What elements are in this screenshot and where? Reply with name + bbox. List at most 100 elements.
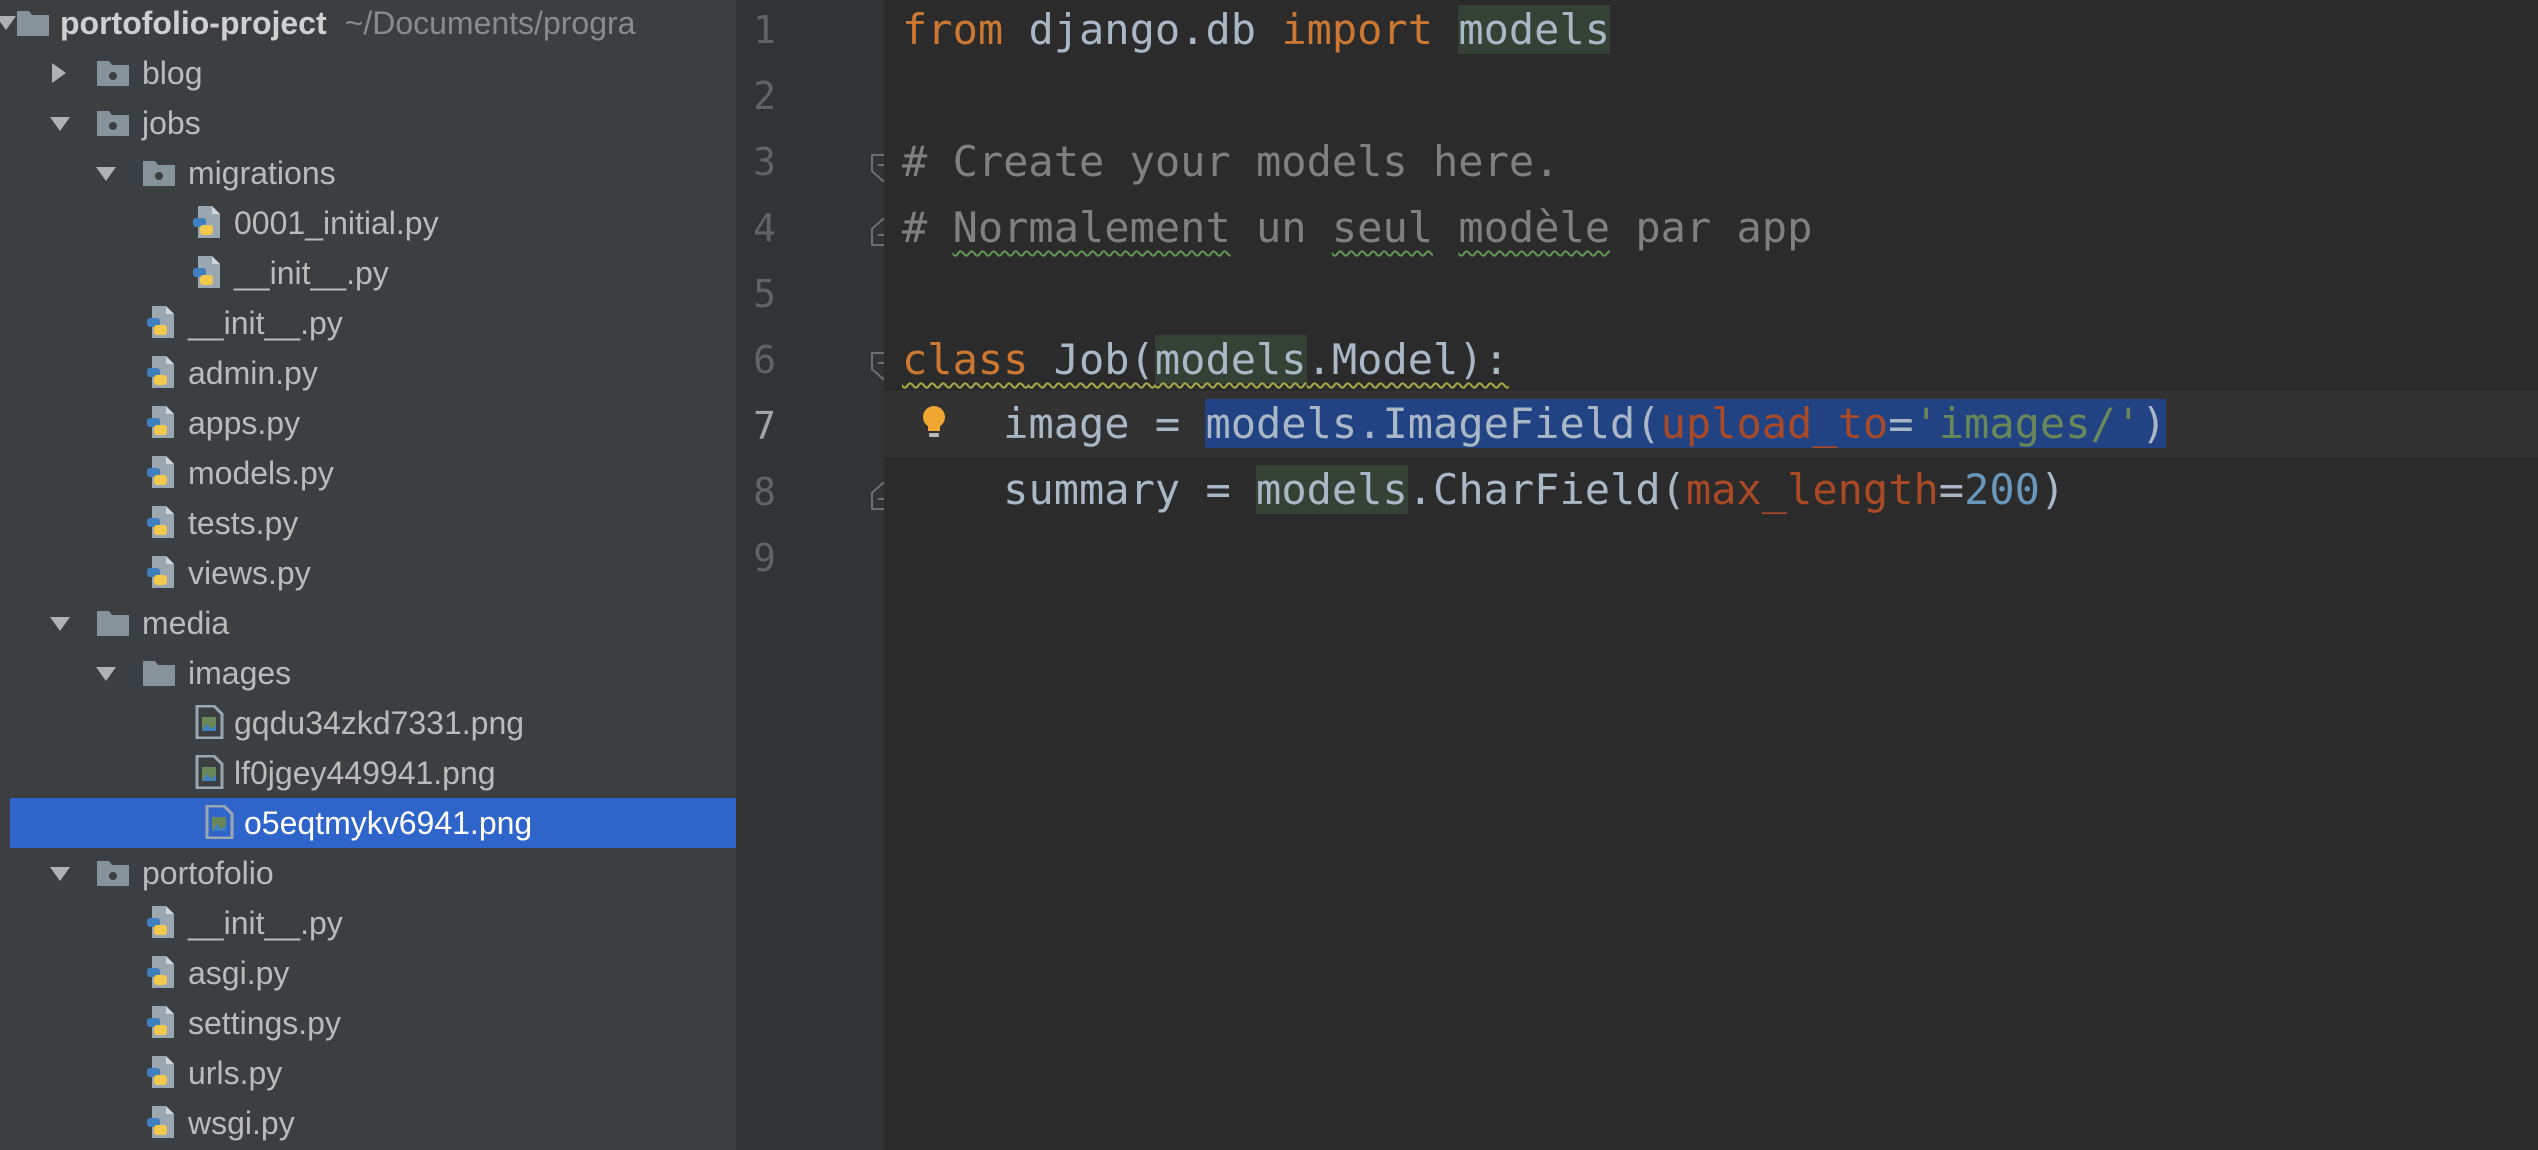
tree-file-item[interactable]: settings.py (0, 998, 736, 1048)
python-file-icon (192, 205, 226, 247)
tree-file-item[interactable]: tests.py (0, 498, 736, 548)
tree-file-item[interactable]: __init__.py (0, 898, 736, 948)
tree-item-label: apps.py (188, 405, 301, 441)
tree-item-label: o5eqtmykv6941.png (244, 805, 533, 841)
tree-item-label: admin.py (188, 355, 318, 391)
line-number: 3 (753, 140, 776, 184)
collapse-arrow-icon[interactable] (96, 167, 116, 181)
tree-item-label: urls.py (188, 1055, 283, 1091)
spelling-typo: modèle (1458, 203, 1611, 252)
tree-folder-item[interactable]: images (0, 648, 736, 698)
python-file-icon (146, 305, 180, 347)
tree-file-item[interactable]: o5eqtmykv6941.png (10, 798, 736, 848)
tree-item-label: __init__.py (188, 305, 343, 341)
collapse-arrow-icon[interactable] (50, 867, 70, 881)
project-name: portofolio-project ~/Documents/progra (60, 5, 636, 41)
line-number: 8 (753, 470, 776, 514)
tree-file-item[interactable]: admin.py (0, 348, 736, 398)
project-path: ~/Documents/progra (344, 5, 636, 41)
tree-item-label: asgi.py (188, 955, 290, 991)
imported-name: models (1458, 5, 1611, 54)
tree-item-label: media (142, 605, 230, 641)
image-file-icon (204, 804, 234, 847)
intention-bulb-icon[interactable] (920, 402, 948, 451)
module-name: django.db (1003, 5, 1282, 54)
code-line-4: # Normalement un seul modèle par app (902, 203, 1813, 252)
tree-file-item[interactable]: views.py (0, 548, 736, 598)
text-selection: models.ImageField(upload_to='images/') (1205, 399, 2167, 448)
collapse-arrow-icon[interactable] (0, 16, 16, 30)
tree-file-item[interactable]: __init__.py (0, 248, 736, 298)
tree-item-label: tests.py (188, 505, 299, 541)
tree-item-label: blog (142, 55, 203, 91)
folder-icon (96, 857, 130, 895)
image-file-icon (194, 704, 224, 747)
code-line-3: # Create your models here. (902, 137, 1560, 186)
code-line-1: from django.db import models (902, 0, 1611, 63)
collapse-arrow-icon[interactable] (50, 117, 70, 131)
tree-folder-item[interactable]: blog (0, 48, 736, 98)
tree-file-item[interactable]: asgi.py (0, 948, 736, 998)
tree-file-item[interactable]: apps.py (0, 398, 736, 448)
code-line-7: image = models.ImageField(upload_to='ima… (1003, 399, 2167, 448)
folder-icon (142, 657, 176, 695)
line-number: 4 (753, 206, 776, 250)
tree-item-label: settings.py (188, 1005, 341, 1041)
tree-item-label: models.py (188, 455, 334, 491)
tree-item-label: wsgi.py (188, 1105, 295, 1141)
project-folder-icon (16, 7, 50, 45)
folder-icon (96, 57, 130, 95)
tree-folder-item[interactable]: migrations (0, 148, 736, 198)
tree-file-item[interactable]: lf0jgey449941.png (0, 748, 736, 798)
python-file-icon (146, 1055, 180, 1097)
tree-file-item[interactable]: wsgi.py (0, 1098, 736, 1148)
tree-file-item[interactable]: __init__.py (0, 298, 736, 348)
project-tool-window: portofolio-project ~/Documents/progra blo… (0, 0, 736, 1150)
tree-folder-item[interactable]: media (0, 598, 736, 648)
tree-item-label: __init__.py (188, 905, 343, 941)
spelling-typo: seul (1331, 203, 1434, 252)
tree-file-item[interactable]: 0001_initial.py (0, 198, 736, 248)
line-number: 7 (753, 404, 776, 448)
keyword-class: class (902, 335, 1029, 384)
python-file-icon (146, 455, 180, 497)
tree-folder-item[interactable]: jobs (0, 98, 736, 148)
python-file-icon (146, 955, 180, 997)
python-file-icon (146, 355, 180, 397)
python-file-icon (146, 555, 180, 597)
line-number: 1 (753, 8, 776, 52)
keyword-from: from (902, 5, 1004, 54)
tree-file-item[interactable]: urls.py (0, 1048, 736, 1098)
keyword-import: import (1281, 5, 1434, 54)
python-file-icon (146, 1005, 180, 1047)
line-number: 6 (753, 338, 776, 382)
collapse-arrow-icon[interactable] (96, 667, 116, 681)
folder-icon (142, 157, 176, 195)
tree-item-label: jobs (142, 105, 201, 141)
tree-file-item[interactable]: models.py (0, 448, 736, 498)
folder-icon (96, 107, 130, 145)
python-file-icon (192, 255, 226, 297)
tree-item-label: __init__.py (234, 255, 389, 291)
tree-file-item[interactable]: gqdu34zkd7331.png (0, 698, 736, 748)
tree-item-label: images (188, 655, 292, 691)
editor-gutter: 1 2 3 4 5 6 7 8 9 (736, 0, 895, 1150)
python-file-icon (146, 405, 180, 447)
tree-folder-item[interactable]: portofolio (0, 848, 736, 898)
tree-item-label: migrations (188, 155, 336, 191)
expand-arrow-icon[interactable] (52, 63, 66, 83)
image-file-icon (194, 754, 224, 797)
python-file-icon (146, 1105, 180, 1147)
line-number: 9 (753, 536, 776, 580)
code-editor[interactable]: from django.db import models # Create yo… (884, 0, 2538, 1150)
tree-item-label: lf0jgey449941.png (234, 755, 496, 791)
python-file-icon (146, 905, 180, 947)
tree-item-label: gqdu34zkd7331.png (234, 705, 525, 741)
spelling-typo: Normalement (952, 203, 1231, 252)
code-line-8: summary = models.CharField(max_length=20… (1003, 465, 2066, 514)
tree-item-label: 0001_initial.py (234, 205, 439, 241)
tree-item-label: views.py (188, 555, 311, 591)
line-number: 5 (753, 272, 776, 316)
tree-root-project[interactable]: portofolio-project ~/Documents/progra (0, 0, 736, 48)
collapse-arrow-icon[interactable] (50, 617, 70, 631)
